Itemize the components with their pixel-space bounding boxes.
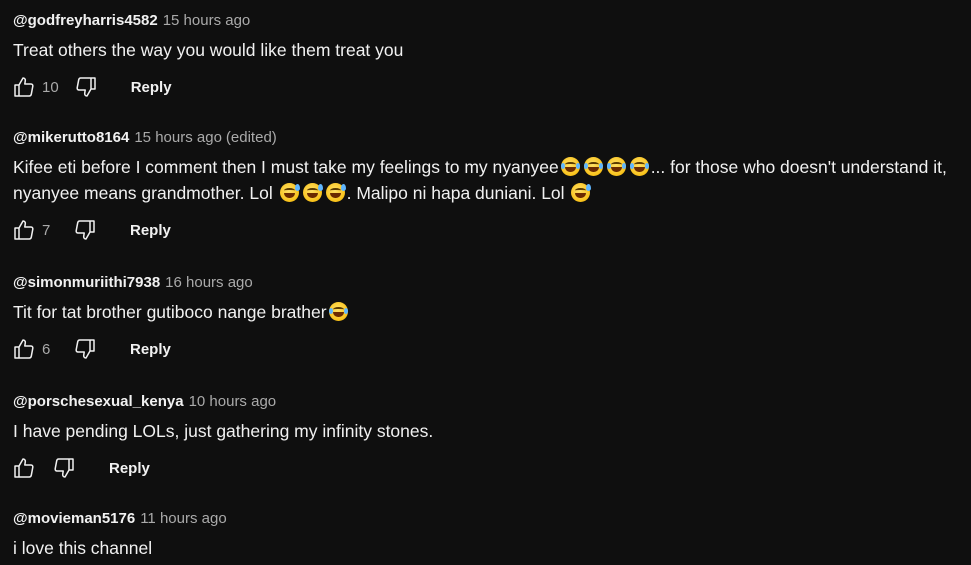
like-button[interactable] (11, 73, 37, 101)
comment-header: @movieman5176 11 hours ago (13, 508, 971, 530)
thumbs-up-icon (14, 458, 34, 478)
like-count: 6 (42, 340, 51, 358)
grinning-sweat-emoji (279, 183, 300, 202)
reply-button[interactable]: Reply (130, 222, 171, 239)
grinning-sweat-emoji (302, 183, 323, 202)
reply-button[interactable]: Reply (130, 341, 171, 358)
comment-timestamp[interactable]: 11 hours ago (140, 510, 226, 527)
comment-header: @mikerutto8164 15 hours ago (edited) (13, 127, 971, 149)
edited-label: (edited) (225, 129, 277, 146)
comments-section: @godfreyharris4582 15 hours ago Treat oth… (0, 0, 971, 565)
dislike-button[interactable] (51, 454, 77, 482)
author-handle[interactable]: @godfreyharris4582 (13, 12, 158, 29)
comment-header: @porschesexual_kenya 10 hours ago (13, 391, 971, 413)
comment-text: Tit for tat brother gutiboco nange brath… (13, 299, 971, 325)
comment-text: I have pending LOLs, just gathering my i… (13, 421, 434, 441)
author-handle[interactable]: @simonmuriithi7938 (13, 274, 160, 291)
thumbs-up-icon (14, 77, 34, 97)
comment-thread: @movieman5176 11 hours ago i love this ch… (13, 508, 971, 561)
thumbs-up-icon (14, 220, 34, 240)
comment-text-part: Tit for tat brother gutiboco nange brath… (13, 302, 327, 322)
dislike-button[interactable] (72, 216, 98, 244)
thumbs-down-icon (76, 77, 96, 97)
comment-timestamp[interactable]: 15 hours ago (163, 12, 251, 29)
dislike-button[interactable] (72, 335, 98, 363)
tears-of-joy-emoji (328, 302, 348, 321)
comment-timestamp[interactable]: 10 hours ago (189, 393, 277, 410)
comment-thread: @mikerutto8164 15 hours ago (edited) Kifee… (13, 127, 971, 244)
like-button[interactable] (11, 216, 37, 244)
comment-timestamp[interactable]: 15 hours ago (134, 129, 222, 146)
comment-actions: 10 Reply (11, 73, 971, 101)
thumbs-down-icon (75, 220, 95, 240)
tears-of-joy-emoji (606, 157, 626, 176)
comment-text: i love this channel (13, 538, 153, 558)
author-handle[interactable]: @mikerutto8164 (13, 129, 129, 146)
comment-text: Kifee eti before I comment then I must t… (13, 154, 971, 206)
comment-timestamp[interactable]: 16 hours ago (165, 274, 253, 291)
comment-thread: @simonmuriithi7938 16 hours ago Tit for t… (13, 272, 971, 363)
comment-text-part: nyanyee means grandmother. Lol (13, 183, 278, 203)
grinning-sweat-emoji (571, 183, 592, 202)
thumbs-down-icon (75, 339, 95, 359)
comment-thread: @godfreyharris4582 15 hours ago Treat oth… (13, 10, 971, 101)
comment-actions: 6 Reply (11, 335, 971, 363)
comment-header: @simonmuriithi7938 16 hours ago (13, 272, 971, 294)
comment-text-part: Kifee eti before I comment then I must t… (13, 157, 559, 177)
like-button[interactable] (11, 335, 37, 363)
like-count: 10 (42, 78, 59, 96)
comment-actions: 7 Reply (11, 216, 971, 244)
tears-of-joy-emoji (583, 157, 603, 176)
comment-thread: @porschesexual_kenya 10 hours ago I have … (13, 391, 971, 482)
reply-button[interactable]: Reply (109, 460, 150, 477)
like-count: 7 (42, 221, 51, 239)
tears-of-joy-emoji (629, 157, 649, 176)
author-handle[interactable]: @movieman5176 (13, 510, 135, 527)
comment-text: Treat others the way you would like them… (13, 40, 404, 60)
thumbs-up-icon (14, 339, 34, 359)
comment-text-part: ... for those who doesn't understand it, (650, 157, 947, 177)
grinning-sweat-emoji (325, 183, 346, 202)
thumbs-down-icon (54, 458, 74, 478)
comment-header: @godfreyharris4582 15 hours ago (13, 10, 971, 32)
comment-text-part: . Malipo ni hapa duniani. Lol (346, 183, 570, 203)
comment-actions: Reply (11, 454, 971, 482)
tears-of-joy-emoji (560, 157, 580, 176)
author-handle[interactable]: @porschesexual_kenya (13, 393, 184, 410)
dislike-button[interactable] (73, 73, 99, 101)
reply-button[interactable]: Reply (131, 79, 172, 96)
like-button[interactable] (11, 454, 37, 482)
